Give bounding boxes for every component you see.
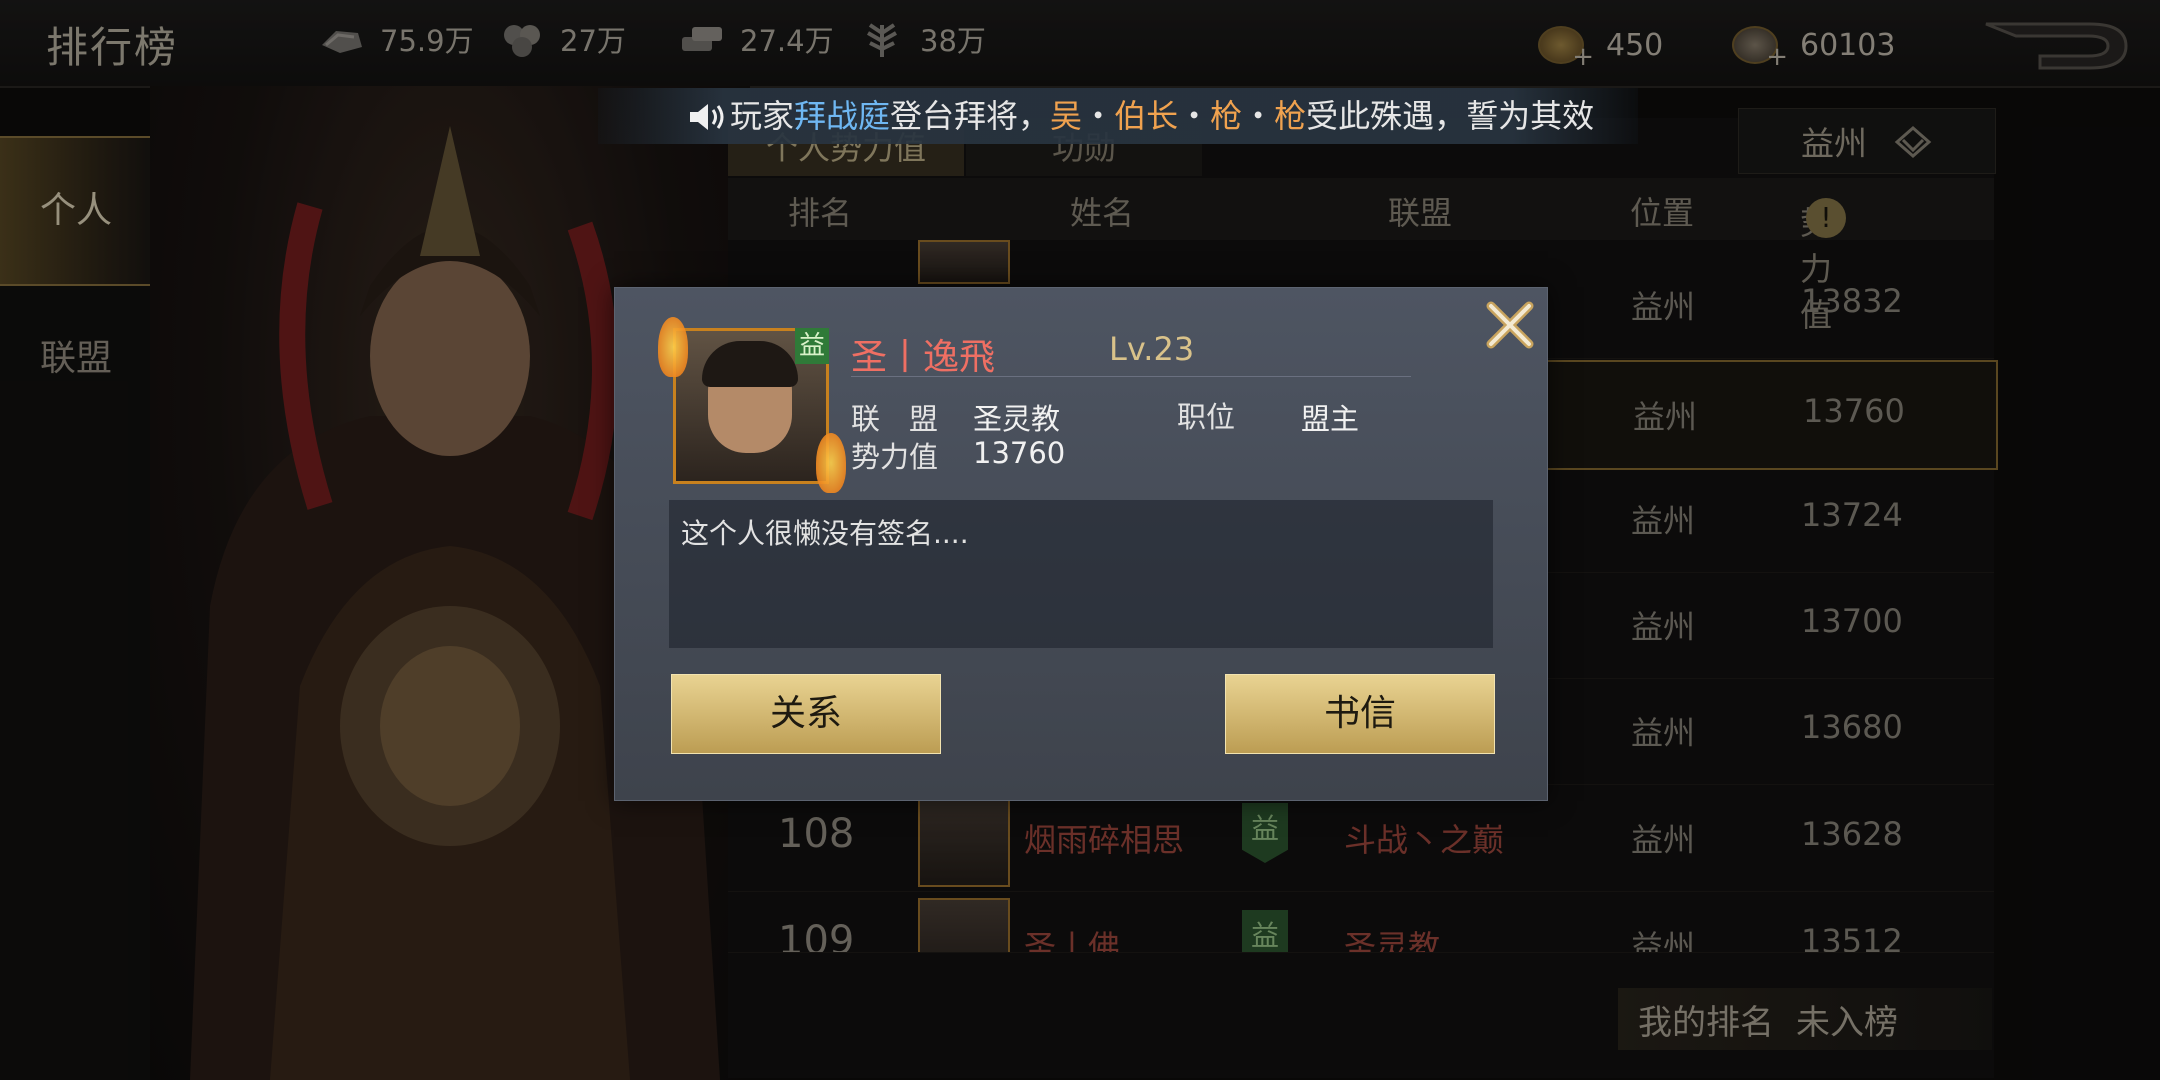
speaker-icon (690, 104, 724, 130)
role-label: 职位 (1177, 400, 1236, 434)
player-info-dialog: 益 圣丨逸飛 Lv.23 联 盟 圣灵教 职位 盟主 势力值 13760 这个人… (614, 287, 1548, 801)
state-tag: 益 (795, 328, 829, 364)
divider (851, 376, 1411, 377)
announcement-player: 拜战庭 (794, 97, 891, 135)
player-name: 圣丨逸飛 (851, 337, 996, 378)
power-label: 势力值 (851, 440, 939, 474)
player-level: Lv.23 (1109, 330, 1195, 368)
close-icon[interactable] (1483, 298, 1537, 352)
relation-button[interactable]: 关系 (671, 674, 941, 754)
signature-box: 这个人很懒没有签名.... (669, 500, 1493, 648)
alliance-label: 联 盟 (851, 402, 939, 436)
alliance-value: 圣灵教 (973, 402, 1061, 436)
announcement-marquee: 玩家拜战庭登台拜将，吴・伯长・枪・枪受此殊遇，誓为其效 (598, 88, 1638, 144)
power-value: 13760 (973, 436, 1066, 470)
player-avatar: 益 (658, 317, 846, 493)
role-value: 盟主 (1301, 402, 1360, 436)
announcement-text: 玩家拜战庭登台拜将，吴・伯长・枪・枪受此殊遇，誓为其效 (730, 97, 1595, 135)
flame-icon (816, 433, 846, 493)
letter-button[interactable]: 书信 (1225, 674, 1495, 754)
flame-icon (658, 317, 688, 377)
